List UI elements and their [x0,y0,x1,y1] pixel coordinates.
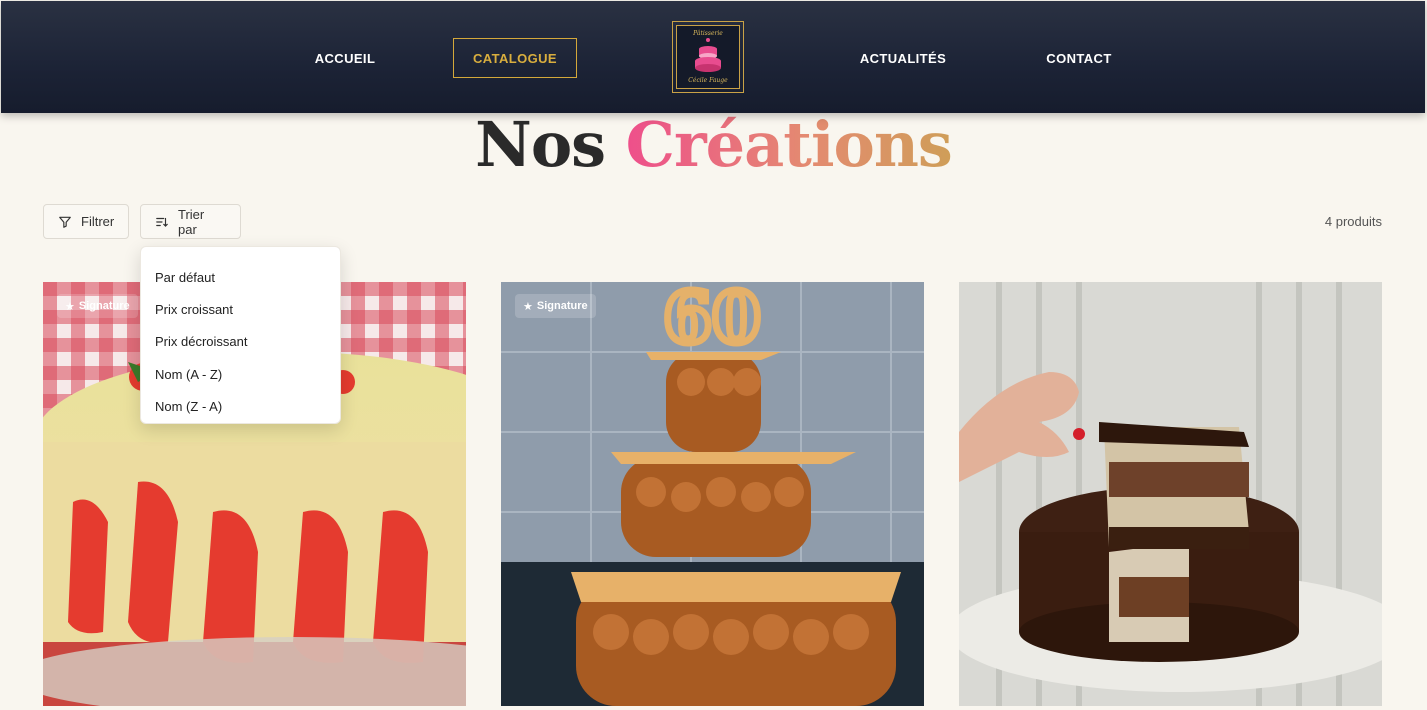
sort-button-label: Trier par [178,206,205,237]
sort-option-default[interactable]: Par défaut [141,261,340,293]
filter-button-label: Filtrer [81,214,115,229]
nav-accueil[interactable]: ACCUEIL [301,38,389,78]
nav-contact[interactable]: CONTACT [1031,38,1127,78]
signature-badge-label: Signature [536,300,588,312]
svg-text:60: 60 [663,282,760,359]
product-image-chocolate-entremet [959,282,1382,706]
product-count: 4 produits [1324,214,1382,229]
signature-badge: ★ Signature [515,294,596,318]
nav-catalogue[interactable]: CATALOGUE [453,38,577,78]
site-header: ACCUEIL CATALOGUE Pâtisserie Cécile Faug… [1,1,1425,113]
product-card[interactable] [959,282,1382,706]
sort-icon [156,217,168,227]
nav-actualites[interactable]: ACTUALITÉS [847,38,959,78]
logo-bottom-text: Cécile Fauge [688,77,728,84]
page-title: Nos Créations [0,108,1427,181]
page-title-main: Nos [475,108,606,181]
signature-badge: ★ Signature [57,294,138,318]
brand-logo[interactable]: Pâtisserie Cécile Fauge [672,21,744,93]
page-title-accent: Créations [625,108,953,181]
star-icon: ★ [523,300,533,313]
product-card[interactable]: 60 ★ Signature [501,282,924,706]
signature-badge-label: Signature [78,300,130,312]
sort-option-price-desc[interactable]: Prix décroissant [141,326,340,358]
filter-button[interactable]: Filtrer [43,204,129,239]
sort-option-name-desc[interactable]: Nom (Z - A) [141,390,340,422]
product-image-croquembouche: 60 [501,282,924,706]
star-icon: ★ [65,300,75,313]
sort-option-price-asc[interactable]: Prix croissant [141,293,340,325]
sort-button[interactable]: Trier par [140,204,241,239]
sort-option-name-asc[interactable]: Nom (A - Z) [141,358,340,390]
sort-dropdown: Par défaut Prix croissant Prix décroissa… [140,246,341,424]
filter-icon [59,216,71,228]
